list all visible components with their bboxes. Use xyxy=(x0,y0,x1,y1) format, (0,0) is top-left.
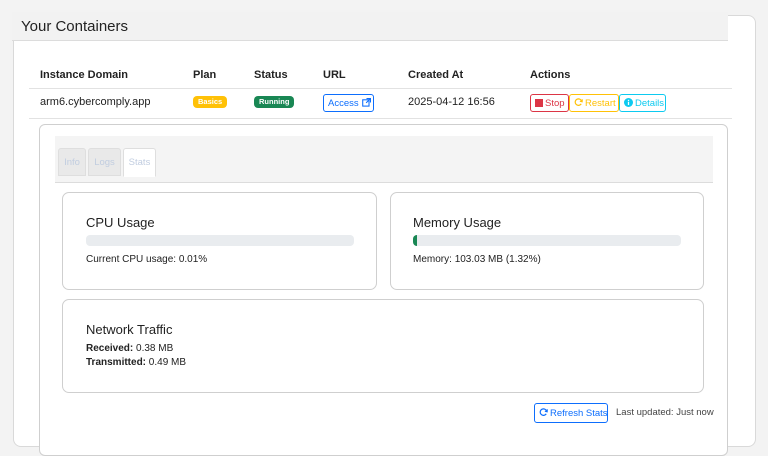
details-button[interactable]: Details xyxy=(619,94,666,112)
cpu-usage-prefix: Current CPU usage: xyxy=(86,254,176,265)
external-link-icon xyxy=(362,98,371,107)
stop-label: Stop xyxy=(545,98,565,109)
refresh-icon xyxy=(574,98,583,107)
column-header-plan: Plan xyxy=(193,69,216,81)
restart-label: Restart xyxy=(585,98,616,109)
memory-usage-bar-fill xyxy=(413,235,417,246)
memory-usage-value: 103.03 MB (1.32%) xyxy=(455,254,541,265)
received-value: 0.38 MB xyxy=(136,343,173,354)
tab-info[interactable]: Info xyxy=(58,148,86,176)
column-header-status: Status xyxy=(254,69,288,81)
access-label: Access xyxy=(328,98,359,109)
transmitted-value: 0.49 MB xyxy=(149,357,186,368)
memory-usage-title: Memory Usage xyxy=(413,215,501,230)
card-title: Your Containers xyxy=(21,18,128,35)
info-circle-icon xyxy=(624,98,633,107)
column-header-domain: Instance Domain xyxy=(40,69,128,81)
refresh-stats-label: Refresh Stats xyxy=(550,408,608,419)
cpu-usage-value: 0.01% xyxy=(179,254,207,265)
transmitted-label: Transmitted: xyxy=(86,357,146,368)
access-url-button[interactable]: Access xyxy=(323,94,374,112)
plan-badge: Basics xyxy=(193,96,227,108)
table-header-divider xyxy=(29,88,732,89)
network-transmitted: Transmitted: 0.49 MB xyxy=(86,357,186,368)
tab-stats[interactable]: Stats xyxy=(123,148,156,177)
memory-usage-text: Memory: 103.03 MB (1.32%) xyxy=(413,254,541,265)
memory-usage-bar xyxy=(413,235,681,246)
restart-button[interactable]: Restart xyxy=(569,94,619,112)
network-traffic-title: Network Traffic xyxy=(86,322,172,337)
card-header: Your Containers xyxy=(12,12,728,41)
table-row-divider xyxy=(29,118,732,119)
column-header-created: Created At xyxy=(408,69,463,81)
created-at: 2025-04-12 16:56 xyxy=(408,96,495,108)
last-updated-text: Last updated: Just now xyxy=(616,407,714,418)
status-badge: Running xyxy=(254,96,294,108)
network-received: Received: 0.38 MB xyxy=(86,343,173,354)
cpu-usage-bar xyxy=(86,235,354,246)
refresh-icon xyxy=(539,408,548,417)
received-label: Received: xyxy=(86,343,133,354)
stop-square-icon xyxy=(535,99,543,107)
column-header-actions: Actions xyxy=(530,69,570,81)
tab-logs[interactable]: Logs xyxy=(88,148,121,176)
column-header-url: URL xyxy=(323,69,346,81)
instance-domain: arm6.cybercomply.app xyxy=(40,96,150,108)
stop-button[interactable]: Stop xyxy=(530,94,569,112)
cpu-usage-title: CPU Usage xyxy=(86,215,155,230)
refresh-stats-button[interactable]: Refresh Stats xyxy=(534,403,608,423)
cpu-usage-text: Current CPU usage: 0.01% xyxy=(86,254,207,265)
memory-usage-prefix: Memory: xyxy=(413,254,452,265)
details-label: Details xyxy=(635,98,664,109)
